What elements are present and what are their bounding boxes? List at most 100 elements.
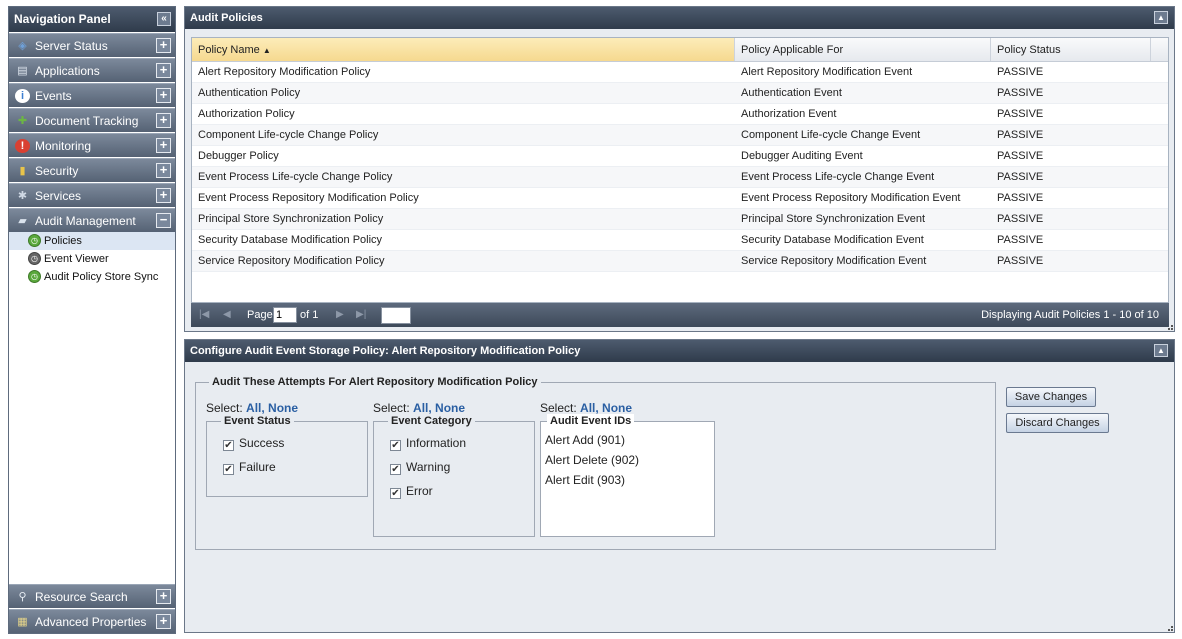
- checkbox-check-icon[interactable]: ✔: [390, 464, 401, 475]
- expand-icon[interactable]: +: [156, 188, 171, 203]
- server-icon: ◈: [18, 40, 27, 52]
- audit-attempts-group: Audit These Attempts For Alert Repositor…: [195, 375, 996, 550]
- checkbox-success[interactable]: ✔ Success: [223, 436, 284, 451]
- expand-icon[interactable]: +: [156, 589, 171, 604]
- column-header-policy-status[interactable]: Policy Status: [991, 38, 1151, 61]
- select-none-link[interactable]: None: [602, 401, 632, 415]
- nav-item-label: Resource Search: [35, 590, 128, 604]
- select-all-link[interactable]: All,: [580, 401, 599, 415]
- event-id-list-item[interactable]: Alert Edit (903): [541, 470, 714, 490]
- policy-name-cell: Authorization Policy: [198, 108, 295, 120]
- nav-item-audit-management[interactable]: ▰ Audit Management −: [9, 208, 175, 232]
- event-status-select: Select: All, None: [206, 401, 299, 415]
- select-none-link[interactable]: None: [268, 401, 298, 415]
- applicable-for-cell: Event Process Life-cycle Change Event: [741, 171, 935, 183]
- page-number-input[interactable]: 1: [273, 307, 297, 323]
- expand-icon[interactable]: +: [156, 614, 171, 629]
- checkbox-check-icon[interactable]: ✔: [223, 440, 234, 451]
- nav-item-security[interactable]: ▮ Security +: [9, 158, 175, 182]
- policy-name-cell: Event Process Repository Modification Po…: [198, 192, 419, 204]
- checkbox-check-icon[interactable]: ✔: [390, 440, 401, 451]
- pager-refresh-button[interactable]: [381, 307, 411, 324]
- applications-icon: ▤: [17, 65, 28, 77]
- checkbox-check-icon[interactable]: ✔: [223, 464, 234, 475]
- column-header-policy-name[interactable]: Policy Name ▲: [192, 38, 735, 61]
- puzzle-icon: ✚: [17, 115, 28, 127]
- expand-icon[interactable]: +: [156, 163, 171, 178]
- policies-grid: Policy Name ▲ Policy Applicable For Poli…: [191, 37, 1169, 303]
- nav-item-label: Monitoring: [35, 139, 92, 153]
- save-changes-button[interactable]: Save Changes: [1006, 387, 1096, 407]
- navigation-panel: Navigation Panel « ◈ Server Status + ▤ Appli…: [8, 6, 176, 634]
- nav-subitem-audit-policy-store-sync[interactable]: ◷ Audit Policy Store Sync: [9, 268, 175, 286]
- policy-status-cell: PASSIVE: [997, 150, 1044, 162]
- nav-subitem-policies[interactable]: ◷ Policies: [9, 232, 175, 250]
- nav-item-advanced-properties[interactable]: ▦ Advanced Properties +: [9, 609, 175, 633]
- policy-name-cell: Alert Repository Modification Policy: [198, 66, 371, 78]
- nav-item-label: Document Tracking: [35, 114, 139, 128]
- policy-status-cell: PASSIVE: [997, 129, 1044, 141]
- select-all-link[interactable]: All,: [413, 401, 432, 415]
- nav-subitem-event-viewer[interactable]: ◷ Event Viewer: [9, 250, 175, 268]
- expand-icon[interactable]: +: [156, 113, 171, 128]
- expand-icon[interactable]: +: [156, 138, 171, 153]
- resize-handle-icon[interactable]: [1168, 626, 1173, 631]
- table-row[interactable]: Authorization Policy Authorization Event P…: [192, 104, 1168, 125]
- next-page-icon[interactable]: ▶: [336, 303, 344, 327]
- nav-item-resource-search[interactable]: ⚲ Resource Search +: [9, 584, 175, 608]
- table-row[interactable]: Service Repository Modification Policy Se…: [192, 251, 1168, 272]
- select-none-link[interactable]: None: [435, 401, 465, 415]
- resize-handle-icon[interactable]: [1168, 325, 1173, 330]
- collapse-up-icon[interactable]: ▲: [1154, 11, 1168, 24]
- nav-item-monitoring[interactable]: ! Monitoring +: [9, 133, 175, 157]
- table-row[interactable]: Authentication Policy Authentication Even…: [192, 83, 1168, 104]
- discard-changes-button[interactable]: Discard Changes: [1006, 413, 1109, 433]
- event-id-list-item[interactable]: Alert Add (901): [541, 430, 714, 450]
- table-row[interactable]: Security Database Modification Policy Sec…: [192, 230, 1168, 251]
- applicable-for-cell: Component Life-cycle Change Event: [741, 129, 921, 141]
- table-row[interactable]: Alert Repository Modification Policy Aler…: [192, 62, 1168, 83]
- select-all-link[interactable]: All,: [246, 401, 265, 415]
- table-row[interactable]: Principal Store Synchronization Policy Pr…: [192, 209, 1168, 230]
- nav-item-server-status[interactable]: ◈ Server Status +: [9, 33, 175, 57]
- last-page-icon[interactable]: ▶|: [356, 303, 366, 327]
- event-id-list-item[interactable]: Alert Delete (902): [541, 450, 714, 470]
- double-chevron-left-icon[interactable]: «: [157, 12, 171, 26]
- event-status-legend: Event Status: [221, 414, 294, 428]
- first-page-icon[interactable]: |◀: [199, 303, 209, 327]
- checkbox-failure[interactable]: ✔ Failure: [223, 460, 276, 475]
- checkbox-information[interactable]: ✔ Information: [390, 436, 466, 451]
- expand-icon[interactable]: +: [156, 63, 171, 78]
- nav-item-events[interactable]: i Events +: [9, 83, 175, 107]
- expand-icon[interactable]: +: [156, 38, 171, 53]
- collapse-up-icon[interactable]: ▲: [1154, 344, 1168, 357]
- applicable-for-cell: Security Database Modification Event: [741, 234, 924, 246]
- expand-icon[interactable]: +: [156, 88, 171, 103]
- collapse-icon[interactable]: −: [156, 213, 171, 228]
- policy-name-cell: Debugger Policy: [198, 150, 279, 162]
- nav-item-services[interactable]: ✱ Services +: [9, 183, 175, 207]
- audit-event-ids-list[interactable]: Audit Event IDs Alert Add (901) Alert Del…: [540, 414, 715, 537]
- nav-header: Navigation Panel «: [9, 7, 175, 32]
- nav-subitem-label: Policies: [44, 235, 82, 247]
- table-row[interactable]: Event Process Repository Modification Po…: [192, 188, 1168, 209]
- column-header-applicable-for[interactable]: Policy Applicable For: [735, 38, 991, 61]
- table-row[interactable]: Component Life-cycle Change Policy Compon…: [192, 125, 1168, 146]
- nav-item-document-tracking[interactable]: ✚ Document Tracking +: [9, 108, 175, 132]
- applicable-for-cell: Authentication Event: [741, 87, 842, 99]
- nav-item-applications[interactable]: ▤ Applications +: [9, 58, 175, 82]
- checkbox-warning[interactable]: ✔ Warning: [390, 460, 450, 475]
- table-row[interactable]: Debugger Policy Debugger Auditing Event PA…: [192, 146, 1168, 167]
- checkbox-error[interactable]: ✔ Error: [390, 484, 433, 499]
- event-status-group: Event Status ✔ Success ✔ Failure: [206, 414, 368, 497]
- policy-status-cell: PASSIVE: [997, 234, 1044, 246]
- chat-icon: ▰: [18, 215, 27, 227]
- policy-status-cell: PASSIVE: [997, 66, 1044, 78]
- audit-policies-header: Audit Policies ▲: [185, 7, 1174, 29]
- checkbox-check-icon[interactable]: ✔: [390, 488, 401, 499]
- table-row[interactable]: Event Process Life-cycle Change Policy Ev…: [192, 167, 1168, 188]
- audit-attempts-legend: Audit These Attempts For Alert Repositor…: [209, 375, 541, 389]
- checkbox-label: Warning: [406, 460, 451, 474]
- prev-page-icon[interactable]: ◀: [223, 303, 231, 327]
- info-icon: i: [15, 89, 30, 103]
